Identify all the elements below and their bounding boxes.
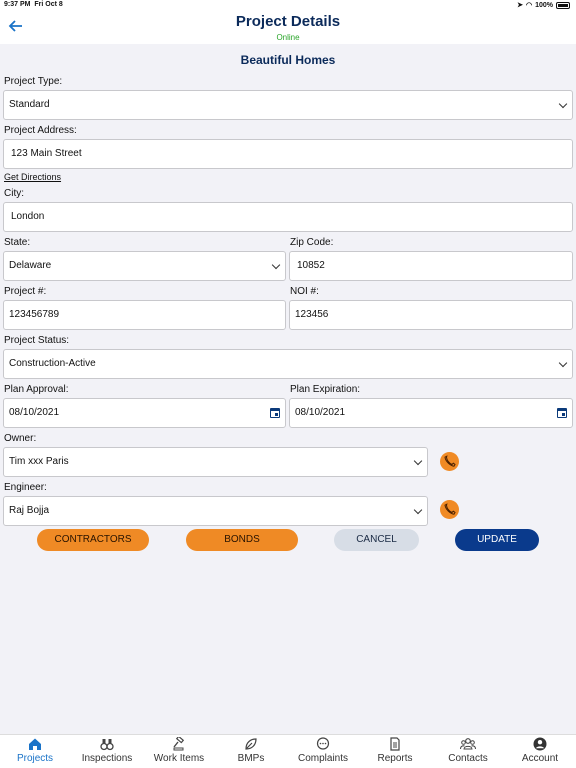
plan-approval-value: 08/10/2021 [9,407,60,418]
tab-inspections[interactable]: Inspections [71,737,143,764]
owner-label: Owner: [4,433,37,444]
chevron-down-icon [558,358,568,368]
tab-account[interactable]: Account [504,737,576,764]
battery-icon [556,1,570,9]
calendar-icon[interactable] [557,408,567,418]
tab-projects[interactable]: Projects [0,737,71,764]
city-value: London [11,211,45,222]
cancel-button[interactable]: CANCEL [334,529,419,551]
project-address-label: Project Address: [4,125,77,136]
tab-work-items[interactable]: Work Items [143,735,215,764]
state-label: State: [4,237,31,248]
noi-number-value: 123456 [295,309,329,320]
bonds-button[interactable]: BONDS [186,529,298,551]
page-title: Project Details [235,13,341,30]
project-number-input[interactable]: 123456789 [3,300,286,330]
project-type-label: Project Type: [4,76,63,87]
plan-expiration-value: 08/10/2021 [295,407,346,418]
zip-label: Zip Code: [290,237,334,248]
get-directions-link[interactable]: Get Directions [4,172,61,182]
noi-number-label: NOI #: [290,286,319,297]
tab-contacts[interactable]: Contacts [432,737,504,764]
project-address-value: 123 Main Street [11,148,82,159]
chevron-down-icon [413,505,423,515]
state-select[interactable]: Delaware [3,251,286,281]
gavel-icon [143,735,215,753]
chevron-down-icon [558,99,568,109]
update-button[interactable]: UPDATE [455,529,539,551]
project-number-label: Project #: [4,286,47,297]
project-type-select[interactable]: Standard [3,90,573,120]
city-input[interactable]: London [3,202,573,232]
engineer-value: Raj Bojja [9,505,50,516]
engineer-select[interactable]: Raj Bojja [3,496,428,526]
zip-value: 10852 [297,260,325,271]
city-label: City: [4,188,24,199]
status-right: ➤ ◠ 100% [517,1,570,9]
nav-header: Project Details Online [0,12,576,44]
calendar-icon[interactable] [270,408,280,418]
project-status-value: Construction-Active [9,358,96,369]
tab-bmps[interactable]: BMPs [215,737,287,764]
state-value: Delaware [9,260,52,271]
status-time: 9:37 PM Fri Oct 8 [4,1,63,8]
tab-reports[interactable]: Reports [359,737,431,764]
project-name-heading: Beautiful Homes [240,53,336,67]
project-type-value: Standard [9,99,50,110]
zip-input[interactable]: 10852 [289,251,573,281]
plan-expiration-label: Plan Expiration: [290,384,361,395]
binoculars-icon [71,737,143,753]
home-icon [0,737,71,753]
plan-expiration-date-input[interactable]: 08/10/2021 [289,398,573,428]
project-status-label: Project Status: [4,335,70,346]
noi-number-input[interactable]: 123456 [289,300,573,330]
location-icon: ➤ [517,2,523,9]
chat-icon [287,737,359,753]
engineer-label: Engineer: [4,482,47,493]
connection-status: Online [276,33,300,42]
battery-percent: 100% [535,1,553,9]
chevron-down-icon [271,260,281,270]
plan-approval-label: Plan Approval: [4,384,69,395]
engineer-phone-icon[interactable] [440,500,459,519]
owner-select[interactable]: Tim xxx Paris [3,447,428,477]
document-icon [359,737,431,753]
group-icon [432,737,504,753]
contractors-button[interactable]: CONTRACTORS [37,529,149,551]
chevron-down-icon [413,456,423,466]
tab-complaints[interactable]: Complaints [287,737,359,764]
leaf-icon [215,737,287,753]
plan-approval-date-input[interactable]: 08/10/2021 [3,398,286,428]
project-number-value: 123456789 [9,309,60,320]
status-bar: 9:37 PM Fri Oct 8 ➤ ◠ 100% [0,0,576,12]
wifi-icon: ◠ [525,2,533,9]
bottom-tab-bar: Projects Inspections Work Items BMPs Com… [0,734,576,768]
owner-value: Tim xxx Paris [9,456,69,467]
project-address-input[interactable]: 123 Main Street [3,139,573,169]
owner-phone-icon[interactable] [440,452,459,471]
account-icon [504,737,576,753]
project-status-select[interactable]: Construction-Active [3,349,573,379]
